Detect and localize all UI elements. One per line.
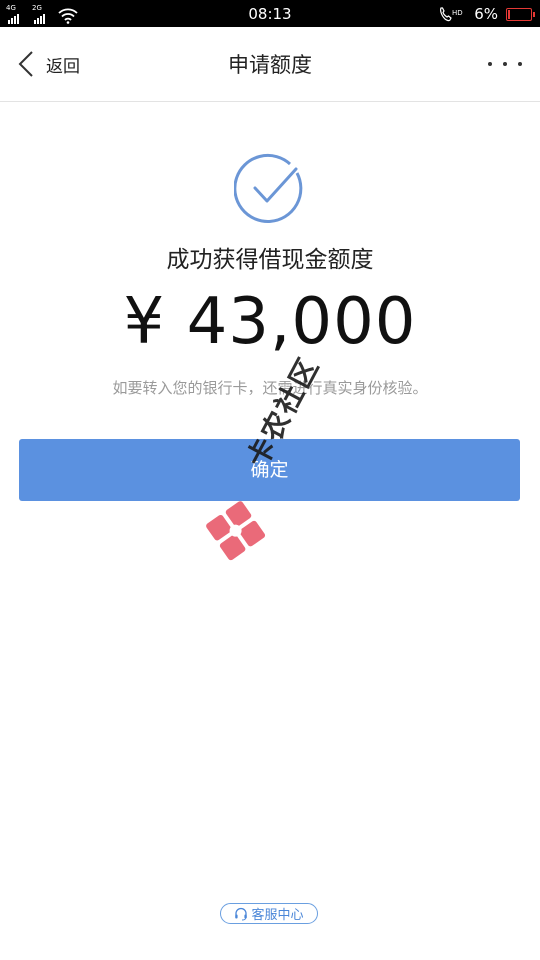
status-bar: 4G 2G 08:13 HD 6%	[0, 0, 540, 27]
battery-percent: 6%	[474, 5, 498, 23]
nav-bar: 返回 申请额度	[0, 27, 540, 102]
page-title: 申请额度	[228, 53, 312, 77]
success-message: 成功获得借现金额度	[166, 247, 374, 273]
credit-amount: ¥ 43,000	[123, 285, 417, 359]
phone-hd-icon: HD	[440, 7, 463, 22]
more-dots-icon[interactable]	[488, 57, 522, 71]
customer-service-button[interactable]: 客服中心	[220, 903, 318, 924]
headset-icon	[235, 907, 248, 920]
battery-icon	[506, 7, 535, 21]
check-circle-icon	[234, 153, 303, 223]
status-right: HD 6%	[438, 4, 535, 24]
customer-service-label: 客服中心	[251, 908, 304, 923]
svg-text:HD: HD	[452, 9, 463, 17]
